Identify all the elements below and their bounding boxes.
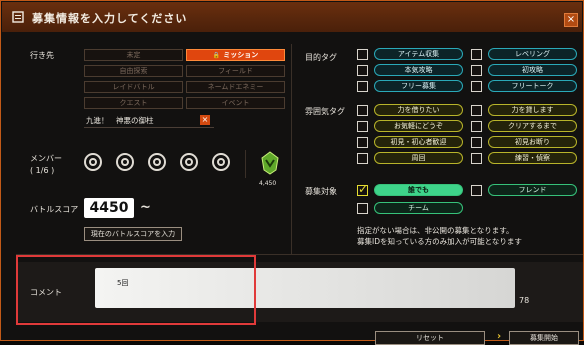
checkbox[interactable]: [471, 121, 482, 132]
mood-tag[interactable]: 練習・偵察: [488, 152, 577, 164]
mood-tag[interactable]: お気軽にどうぞ: [374, 120, 463, 132]
document-icon: [12, 11, 24, 23]
purpose-tag[interactable]: アイテム収集: [374, 48, 463, 60]
mood-tag[interactable]: 初見・初心者歓迎: [374, 136, 463, 148]
recruit-target-label: 募集対象: [305, 187, 337, 196]
member-slot-icon: [212, 153, 230, 171]
dialog-title: 募集情報を入力してください: [32, 12, 188, 25]
title-bar: 募集情報を入力してください: [2, 2, 582, 32]
destination-option[interactable]: クエスト: [84, 97, 183, 109]
destination-option[interactable]: 未定: [84, 49, 183, 61]
recruit-note: 指定がない場合は、非公開の募集となります。: [357, 226, 514, 235]
mood-tag[interactable]: 力を貸します: [488, 104, 577, 116]
member-slot-icon: [116, 153, 134, 171]
recruit-note: 募集IDを知っている方のみ加入が可能となります: [357, 237, 522, 246]
checkbox[interactable]: [357, 121, 368, 132]
lock-icon: 🔒: [212, 52, 221, 59]
divider: [245, 150, 246, 178]
destination-option[interactable]: フィールド: [186, 65, 285, 77]
divider: [291, 44, 292, 254]
battle-score-label: バトルスコア: [30, 205, 79, 214]
checkbox[interactable]: [357, 81, 368, 92]
purpose-tag[interactable]: フリートーク: [488, 80, 577, 92]
clear-mission-button[interactable]: ×: [200, 115, 210, 125]
selected-mission-name: 九進！ 神悪の御柱: [86, 116, 154, 125]
checkbox[interactable]: [471, 137, 482, 148]
purpose-tag[interactable]: 本気攻略: [374, 64, 463, 76]
destination-option[interactable]: ネームドエネミー: [186, 81, 285, 93]
members-count: ( 1/6 ): [30, 166, 55, 175]
checkbox[interactable]: [471, 105, 482, 116]
recruit-target-option[interactable]: チーム: [374, 202, 463, 214]
member-slot-icon: [148, 153, 166, 171]
purpose-tags-label: 目的タグ: [305, 53, 337, 62]
destination-option-label: ミッション: [223, 51, 259, 59]
score-range-tilde: ~: [140, 200, 151, 215]
comment-char-count: 78: [519, 296, 530, 305]
reset-button[interactable]: リセット: [375, 331, 485, 345]
checkbox[interactable]: [471, 185, 482, 196]
mood-tags-label: 雰囲気タグ: [305, 107, 345, 116]
rank-value: 4,450: [259, 180, 277, 187]
checkbox[interactable]: [471, 153, 482, 164]
use-current-score-button[interactable]: 現在のバトルスコアを入力: [84, 227, 182, 241]
purpose-tag[interactable]: 初攻略: [488, 64, 577, 76]
recruit-target-option[interactable]: フレンド: [488, 184, 577, 196]
member-slot-icon: [84, 153, 102, 171]
checkbox[interactable]: [471, 49, 482, 60]
member-slot-icon: [180, 153, 198, 171]
destination-option-selected[interactable]: 🔒 ミッション: [186, 49, 285, 61]
destination-option[interactable]: 自由探索: [84, 65, 183, 77]
chevron-right-icon: ›: [497, 331, 502, 342]
checkbox[interactable]: [357, 203, 368, 214]
checkbox[interactable]: [357, 105, 368, 116]
checkbox-checked[interactable]: [357, 182, 368, 196]
purpose-tag[interactable]: レベリング: [488, 48, 577, 60]
mood-tag[interactable]: 周回: [374, 152, 463, 164]
highlight-box: [16, 255, 256, 325]
members-label: メンバー: [30, 154, 62, 163]
recruit-target-option[interactable]: 誰でも: [374, 184, 463, 196]
checkbox[interactable]: [357, 137, 368, 148]
battle-score-input[interactable]: 4450: [84, 198, 134, 218]
mood-tag[interactable]: 力を借りたい: [374, 104, 463, 116]
mood-tag[interactable]: 初見お断り: [488, 136, 577, 148]
close-button[interactable]: ×: [564, 13, 578, 27]
rank-emblem-icon: [261, 151, 279, 175]
destination-label: 行き先: [30, 51, 54, 60]
checkbox[interactable]: [357, 49, 368, 60]
checkbox[interactable]: [357, 65, 368, 76]
destination-option[interactable]: レイドバトル: [84, 81, 183, 93]
start-recruit-button[interactable]: 募集開始: [509, 331, 579, 345]
mood-tag[interactable]: クリアするまで: [488, 120, 577, 132]
checkbox[interactable]: [357, 153, 368, 164]
checkbox[interactable]: [471, 81, 482, 92]
destination-option[interactable]: イベント: [186, 97, 285, 109]
divider: [84, 127, 214, 128]
checkbox[interactable]: [471, 65, 482, 76]
purpose-tag[interactable]: フリー募集: [374, 80, 463, 92]
